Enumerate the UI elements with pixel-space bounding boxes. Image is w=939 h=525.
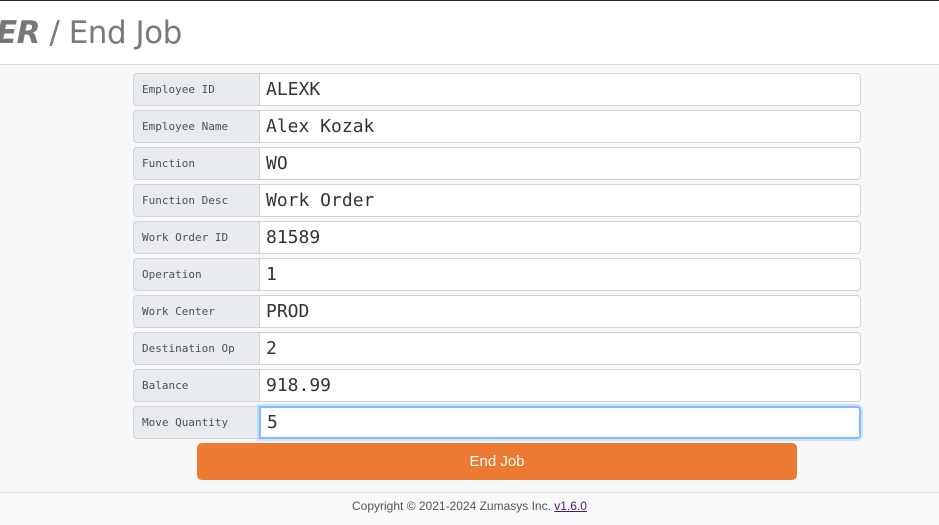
- end-job-form: Employee ID Employee Name Function Funct…: [133, 73, 861, 443]
- field-work-order-id: Work Order ID: [133, 221, 861, 254]
- operation-input[interactable]: [259, 258, 861, 291]
- end-job-button[interactable]: End Job: [197, 443, 797, 480]
- move-quantity-input[interactable]: [259, 406, 861, 439]
- employee-id-input[interactable]: [259, 73, 861, 106]
- field-label: Move Quantity: [133, 406, 259, 439]
- field-label: Operation: [133, 258, 259, 291]
- field-function-desc: Function Desc: [133, 184, 861, 217]
- field-work-center: Work Center: [133, 295, 861, 328]
- field-label: Destination Op: [133, 332, 259, 365]
- function-input[interactable]: [259, 147, 861, 180]
- function-desc-input[interactable]: [259, 184, 861, 217]
- page-header: ER / End Job: [0, 1, 939, 65]
- field-balance: Balance: [133, 369, 861, 402]
- field-function: Function: [133, 147, 861, 180]
- footer: Copyright © 2021-2024 Zumasys Inc. v1.6.…: [0, 492, 939, 525]
- field-label: Function Desc: [133, 184, 259, 217]
- balance-input[interactable]: [259, 369, 861, 402]
- field-employee-id: Employee ID: [133, 73, 861, 106]
- work-center-input[interactable]: [259, 295, 861, 328]
- field-label: Work Center: [133, 295, 259, 328]
- work-order-id-input[interactable]: [259, 221, 861, 254]
- field-label: Function: [133, 147, 259, 180]
- brand-logo-text: ER: [0, 15, 41, 51]
- page-title-text: End Job: [68, 15, 183, 51]
- page-title: ER / End Job: [0, 15, 182, 51]
- field-label: Work Order ID: [133, 221, 259, 254]
- copyright-text: Copyright © 2021-2024 Zumasys Inc.: [352, 499, 555, 513]
- employee-name-input[interactable]: [259, 110, 861, 143]
- field-operation: Operation: [133, 258, 861, 291]
- version-link[interactable]: v1.6.0: [554, 499, 587, 513]
- field-label: Balance: [133, 369, 259, 402]
- title-separator: /: [40, 15, 69, 51]
- field-destination-op: Destination Op: [133, 332, 861, 365]
- field-label: Employee Name: [133, 110, 259, 143]
- field-employee-name: Employee Name: [133, 110, 861, 143]
- field-label: Employee ID: [133, 73, 259, 106]
- destination-op-input[interactable]: [259, 332, 861, 365]
- field-move-quantity: Move Quantity: [133, 406, 861, 439]
